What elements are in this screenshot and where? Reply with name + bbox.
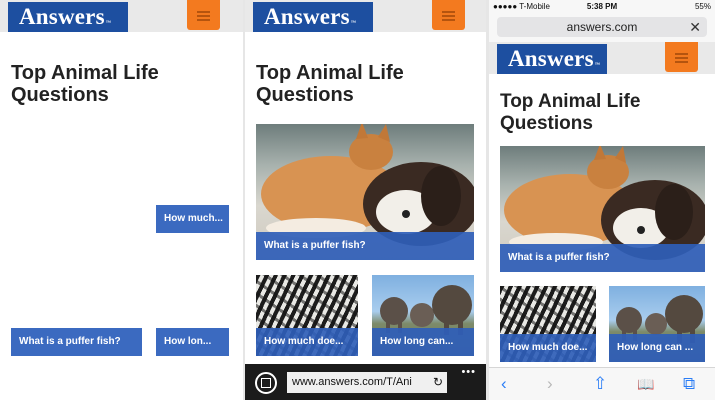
refresh-icon[interactable]: ↻ — [433, 372, 443, 393]
address-bar[interactable]: www.answers.com/T/Ani ↻ — [287, 372, 447, 393]
status-time: 5:38 PM — [586, 2, 618, 11]
question-card[interactable]: How much doe... — [256, 275, 358, 356]
question-label: How much doe... — [256, 328, 358, 356]
page-title: Top Animal Life Questions — [256, 62, 404, 106]
question-label: How long can ... — [609, 334, 705, 362]
question-card[interactable]: How long can... — [372, 275, 474, 356]
status-bar: ●●●●● T-Mobile 5:38 PM 55% — [489, 0, 715, 14]
close-icon[interactable]: ✕ — [689, 17, 701, 37]
bookmarks-icon[interactable]: 📖 — [637, 374, 654, 394]
question-card[interactable]: How much doe... — [500, 286, 596, 362]
share-icon[interactable]: ⇧ — [593, 374, 607, 394]
battery-level: 55% — [694, 2, 711, 11]
site-header: Answers™ — [489, 42, 715, 74]
question-label: How lon... — [156, 328, 229, 356]
tabs-icon[interactable]: ⧉ — [683, 374, 695, 394]
question-card-featured[interactable]: What is a puffer fish? — [256, 124, 474, 260]
question-label: What is a puffer fish? — [256, 232, 474, 260]
question-label: How much... — [156, 205, 229, 233]
question-card[interactable]: What is a puffer fish? — [11, 328, 142, 356]
screen-panel-2: Answers™ Top Animal Life Questions What … — [245, 0, 486, 400]
site-header: Answers™ — [0, 0, 245, 32]
hamburger-icon — [675, 53, 688, 55]
menu-button[interactable] — [665, 42, 698, 72]
page-title: Top Animal Life Questions — [500, 91, 641, 134]
menu-button[interactable] — [187, 0, 220, 30]
back-icon[interactable]: ‹ — [501, 374, 507, 394]
hamburger-icon — [442, 11, 455, 13]
browser-bar: www.answers.com/T/Ani ↻ ••• — [245, 364, 486, 400]
question-label: How much doe... — [500, 334, 596, 362]
menu-button[interactable] — [432, 0, 465, 30]
question-label: What is a puffer fish? — [11, 328, 142, 356]
question-card[interactable]: How long can ... — [609, 286, 705, 362]
answers-logo[interactable]: Answers™ — [497, 44, 607, 74]
question-card[interactable]: How much... — [156, 205, 229, 233]
answers-logo[interactable]: Answers™ — [8, 2, 128, 32]
hamburger-icon — [197, 11, 210, 13]
screen-panel-3: ●●●●● T-Mobile 5:38 PM 55% answers.com ✕… — [489, 0, 715, 400]
tabs-icon[interactable] — [255, 372, 277, 394]
address-bar[interactable]: answers.com ✕ — [497, 17, 707, 37]
site-header: Answers™ — [245, 0, 486, 32]
question-label: How long can... — [372, 328, 474, 356]
page-title: Top Animal Life Questions — [11, 62, 159, 106]
more-icon[interactable]: ••• — [461, 366, 476, 378]
answers-logo[interactable]: Answers™ — [253, 2, 373, 32]
question-label: What is a puffer fish? — [500, 244, 705, 272]
safari-toolbar: ‹ › ⇧ 📖 ⧉ — [489, 367, 715, 400]
question-card-featured[interactable]: What is a puffer fish? — [500, 146, 705, 272]
forward-icon[interactable]: › — [547, 374, 553, 394]
screen-panel-1: Answers™ Top Animal Life Questions How m… — [0, 0, 245, 400]
question-card[interactable]: How lon... — [156, 328, 229, 356]
